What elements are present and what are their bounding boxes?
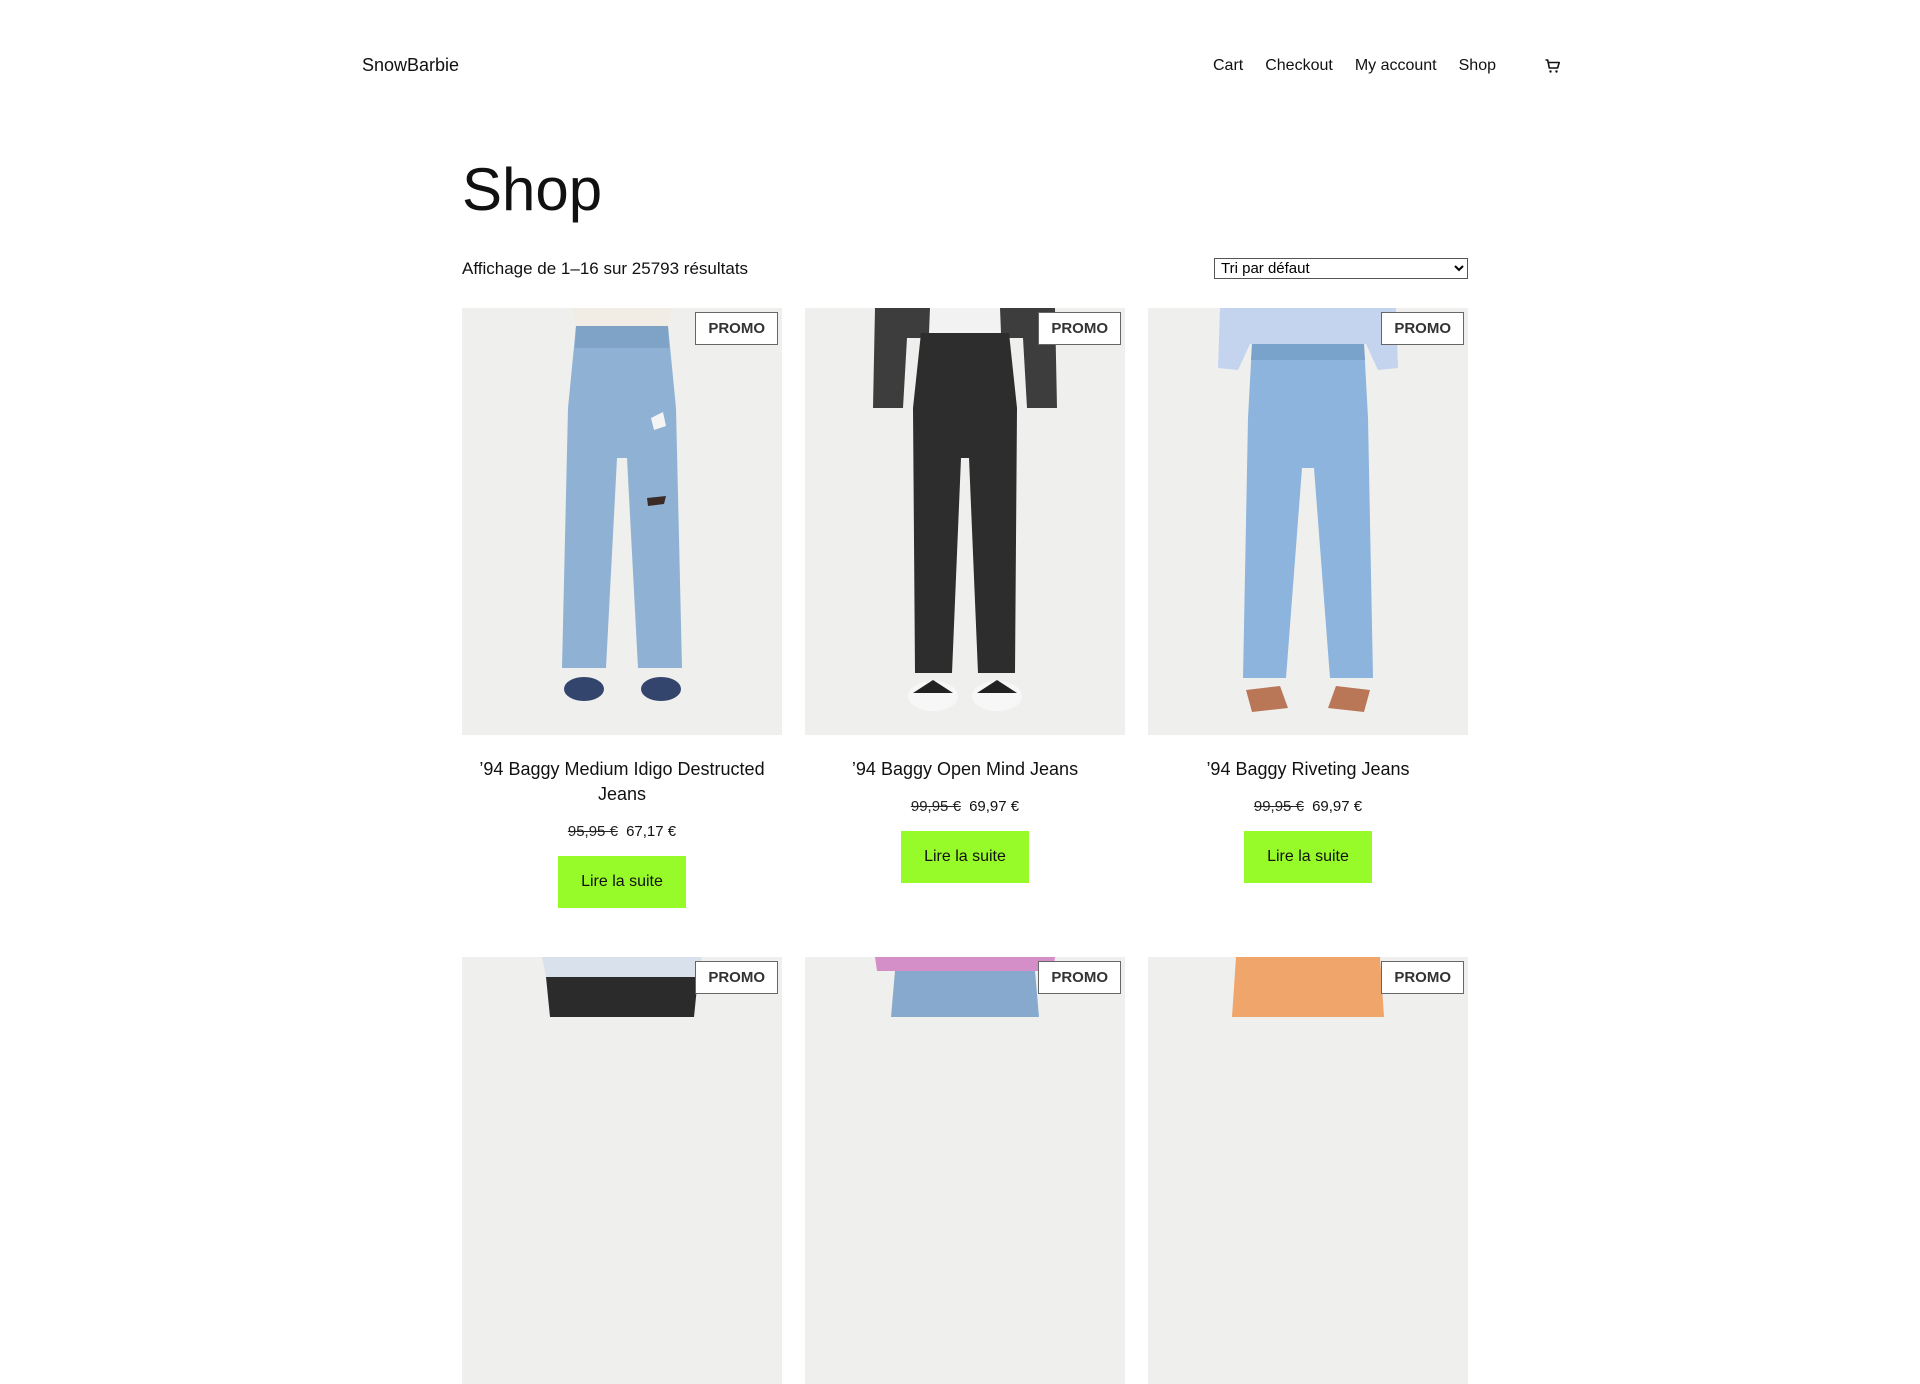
product-card: PROMO (805, 957, 1125, 1384)
page-title: Shop (462, 156, 603, 223)
product-image[interactable]: PROMO (805, 957, 1125, 1384)
promo-badge: PROMO (1381, 312, 1464, 345)
promo-badge: PROMO (695, 961, 778, 994)
promo-badge: PROMO (1038, 312, 1121, 345)
regular-price: 99,95 € (910, 798, 961, 815)
product-card: PROMO (1148, 957, 1468, 1384)
product-image[interactable]: PROMO (462, 308, 782, 735)
product-image[interactable]: PROMO (462, 957, 782, 1384)
promo-badge: PROMO (1038, 961, 1121, 994)
regular-price: 99,95 € (1253, 798, 1304, 815)
product-card: PROMO ’94 Baggy Medium Idigo Destructed … (462, 308, 782, 908)
product-title[interactable]: ’94 Baggy Open Mind Jeans (815, 757, 1115, 782)
promo-badge: PROMO (695, 312, 778, 345)
read-more-button[interactable]: Lire la suite (1244, 831, 1372, 883)
product-card: PROMO ’94 Baggy Riveting Jeans 99,95 € 6… (1148, 308, 1468, 883)
product-image[interactable]: PROMO (1148, 308, 1468, 735)
product-card: PROMO ’94 Baggy Open Mind Jeans 99,95 € … (805, 308, 1125, 883)
product-price: 95,95 € 67,17 € (462, 823, 782, 840)
cart-icon[interactable] (1544, 57, 1562, 75)
product-image[interactable]: PROMO (805, 308, 1125, 735)
read-more-button[interactable]: Lire la suite (558, 856, 686, 908)
nav-shop[interactable]: Shop (1459, 57, 1496, 75)
regular-price: 95,95 € (567, 823, 618, 840)
product-title[interactable]: ’94 Baggy Riveting Jeans (1158, 757, 1458, 782)
nav-checkout[interactable]: Checkout (1265, 57, 1333, 75)
nav-cart[interactable]: Cart (1213, 57, 1243, 75)
sale-price: 69,97 € (969, 798, 1020, 815)
sale-price: 69,97 € (1312, 798, 1363, 815)
sale-price: 67,17 € (626, 823, 677, 840)
promo-badge: PROMO (1381, 961, 1464, 994)
result-count: Affichage de 1–16 sur 25793 résultats (462, 259, 749, 278)
sort-select[interactable]: Tri par défaut (1214, 258, 1468, 279)
nav-my-account[interactable]: My account (1355, 57, 1437, 75)
site-title[interactable]: SnowBarbie (362, 55, 459, 76)
product-card: PROMO (462, 957, 782, 1384)
main-nav: Cart Checkout My account Shop (1213, 57, 1562, 75)
product-image[interactable]: PROMO (1148, 957, 1468, 1384)
product-price: 99,95 € 69,97 € (1148, 798, 1468, 815)
read-more-button[interactable]: Lire la suite (901, 831, 1029, 883)
product-title[interactable]: ’94 Baggy Medium Idigo Destructed Jeans (472, 757, 772, 807)
product-price: 99,95 € 69,97 € (805, 798, 1125, 815)
